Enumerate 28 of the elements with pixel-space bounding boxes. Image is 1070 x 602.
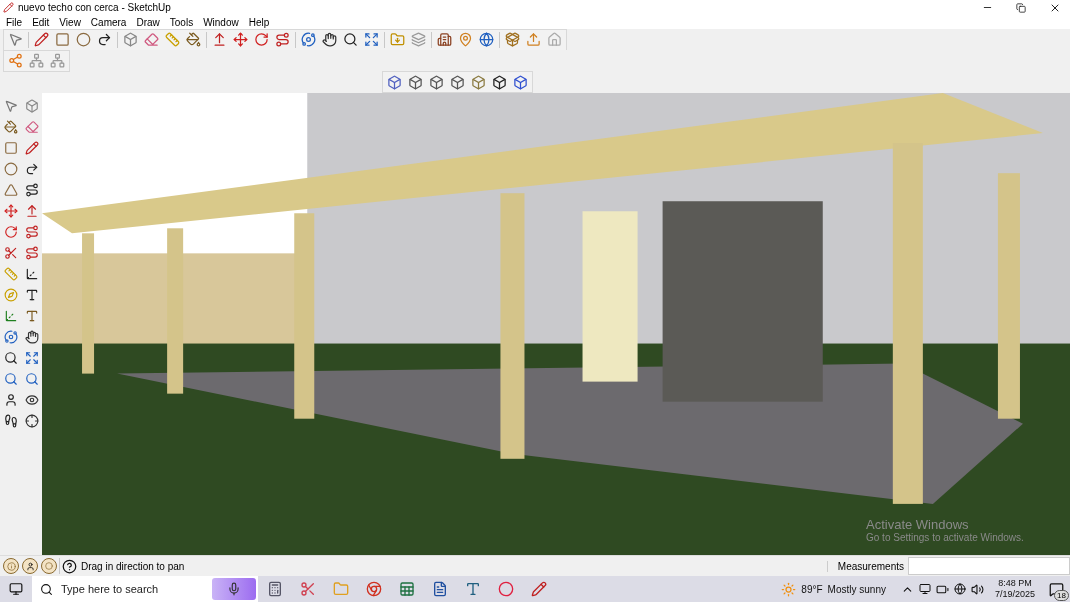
menu-item[interactable]: Draw <box>132 16 166 28</box>
app-logo-icon <box>3 2 14 13</box>
clock-date[interactable]: 7/19/2025 <box>994 589 1035 600</box>
menu-item[interactable]: Window <box>199 16 245 28</box>
taskbar-search-box[interactable]: Type here to search <box>32 576 258 602</box>
menu-item[interactable]: View <box>55 16 87 28</box>
window-title: nuevo techo con cerca - SketchUp <box>18 2 172 13</box>
taskbar-search-field[interactable]: Type here to search <box>59 582 213 596</box>
clock-time[interactable]: 8:48 PM <box>998 578 1032 589</box>
globe-icon[interactable] <box>953 583 966 595</box>
measurements-field[interactable] <box>908 557 1070 575</box>
search-icon <box>40 582 53 596</box>
menu-item[interactable]: File <box>2 16 29 28</box>
menu-item[interactable]: Camera <box>86 16 133 28</box>
weather-temperature: 89°F <box>801 583 823 595</box>
activation-message: Go to Settings to activate Windows. <box>866 532 1024 543</box>
help-icon[interactable] <box>62 558 77 574</box>
menu-item[interactable]: Tools <box>165 16 200 28</box>
menu-item[interactable]: Help <box>244 16 276 28</box>
notification-count: 18 <box>1054 590 1069 601</box>
activation-title: Activate Windows <box>866 517 970 532</box>
restore-icon[interactable] <box>1016 2 1026 13</box>
menu-item[interactable]: Edit <box>28 16 56 28</box>
microphone-promo-icon <box>212 578 256 600</box>
status-hint: Drag in direction to pan <box>81 560 186 572</box>
speaker-icon[interactable] <box>970 582 984 596</box>
notification-icon[interactable] <box>1048 581 1064 597</box>
weather-condition: Mostly sunny <box>827 583 886 595</box>
